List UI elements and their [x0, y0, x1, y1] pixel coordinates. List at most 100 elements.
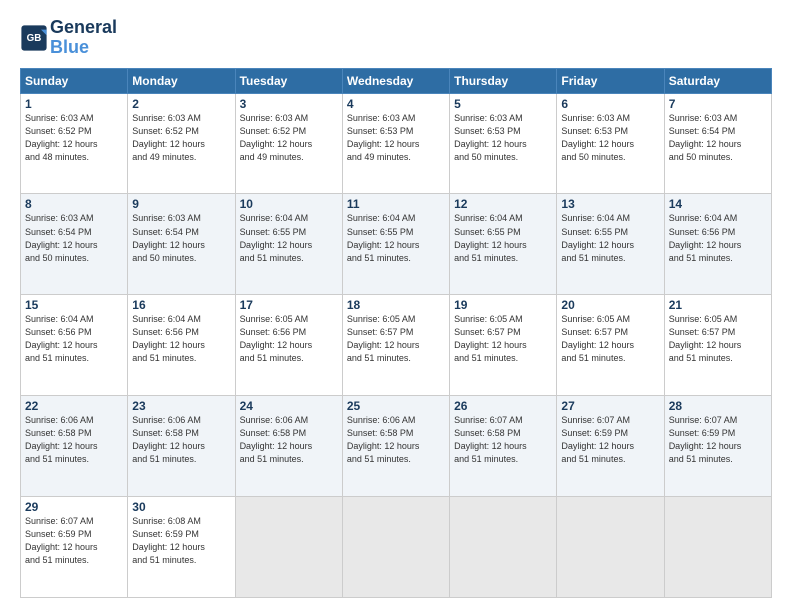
calendar-day-cell: 23 Sunrise: 6:06 AMSunset: 6:58 PMDaylig…	[128, 396, 235, 497]
day-detail: Sunrise: 6:04 AMSunset: 6:55 PMDaylight:…	[561, 213, 634, 262]
calendar-day-cell: 10 Sunrise: 6:04 AMSunset: 6:55 PMDaylig…	[235, 194, 342, 295]
calendar-week-row: 1 Sunrise: 6:03 AMSunset: 6:52 PMDayligh…	[21, 93, 772, 194]
day-detail: Sunrise: 6:07 AMSunset: 6:59 PMDaylight:…	[561, 415, 634, 464]
day-number: 20	[561, 298, 659, 312]
day-number: 25	[347, 399, 445, 413]
logo: GB GeneralBlue	[20, 18, 117, 58]
calendar-header-row: SundayMondayTuesdayWednesdayThursdayFrid…	[21, 68, 772, 93]
day-number: 11	[347, 197, 445, 211]
day-detail: Sunrise: 6:04 AMSunset: 6:56 PMDaylight:…	[669, 213, 742, 262]
day-number: 30	[132, 500, 230, 514]
day-detail: Sunrise: 6:03 AMSunset: 6:52 PMDaylight:…	[240, 113, 313, 162]
day-detail: Sunrise: 6:04 AMSunset: 6:56 PMDaylight:…	[132, 314, 205, 363]
day-detail: Sunrise: 6:04 AMSunset: 6:55 PMDaylight:…	[347, 213, 420, 262]
day-detail: Sunrise: 6:05 AMSunset: 6:57 PMDaylight:…	[561, 314, 634, 363]
page-header: GB GeneralBlue	[20, 18, 772, 58]
day-detail: Sunrise: 6:05 AMSunset: 6:57 PMDaylight:…	[347, 314, 420, 363]
day-detail: Sunrise: 6:05 AMSunset: 6:56 PMDaylight:…	[240, 314, 313, 363]
day-number: 26	[454, 399, 552, 413]
calendar-week-row: 8 Sunrise: 6:03 AMSunset: 6:54 PMDayligh…	[21, 194, 772, 295]
calendar-day-cell: 9 Sunrise: 6:03 AMSunset: 6:54 PMDayligh…	[128, 194, 235, 295]
calendar-day-cell: 6 Sunrise: 6:03 AMSunset: 6:53 PMDayligh…	[557, 93, 664, 194]
calendar-day-cell: 8 Sunrise: 6:03 AMSunset: 6:54 PMDayligh…	[21, 194, 128, 295]
day-detail: Sunrise: 6:07 AMSunset: 6:58 PMDaylight:…	[454, 415, 527, 464]
calendar-day-cell: 22 Sunrise: 6:06 AMSunset: 6:58 PMDaylig…	[21, 396, 128, 497]
calendar-day-cell: 4 Sunrise: 6:03 AMSunset: 6:53 PMDayligh…	[342, 93, 449, 194]
day-number: 12	[454, 197, 552, 211]
calendar-week-row: 15 Sunrise: 6:04 AMSunset: 6:56 PMDaylig…	[21, 295, 772, 396]
day-number: 27	[561, 399, 659, 413]
calendar-day-cell: 17 Sunrise: 6:05 AMSunset: 6:56 PMDaylig…	[235, 295, 342, 396]
calendar-day-cell: 25 Sunrise: 6:06 AMSunset: 6:58 PMDaylig…	[342, 396, 449, 497]
calendar-week-row: 29 Sunrise: 6:07 AMSunset: 6:59 PMDaylig…	[21, 497, 772, 598]
day-number: 6	[561, 97, 659, 111]
calendar-day-cell: 20 Sunrise: 6:05 AMSunset: 6:57 PMDaylig…	[557, 295, 664, 396]
calendar-week-row: 22 Sunrise: 6:06 AMSunset: 6:58 PMDaylig…	[21, 396, 772, 497]
day-detail: Sunrise: 6:06 AMSunset: 6:58 PMDaylight:…	[347, 415, 420, 464]
day-detail: Sunrise: 6:04 AMSunset: 6:55 PMDaylight:…	[240, 213, 313, 262]
calendar-day-cell: 12 Sunrise: 6:04 AMSunset: 6:55 PMDaylig…	[450, 194, 557, 295]
day-number: 17	[240, 298, 338, 312]
day-detail: Sunrise: 6:03 AMSunset: 6:54 PMDaylight:…	[132, 213, 205, 262]
day-detail: Sunrise: 6:05 AMSunset: 6:57 PMDaylight:…	[454, 314, 527, 363]
day-detail: Sunrise: 6:06 AMSunset: 6:58 PMDaylight:…	[240, 415, 313, 464]
calendar-empty-cell	[557, 497, 664, 598]
calendar-day-cell: 11 Sunrise: 6:04 AMSunset: 6:55 PMDaylig…	[342, 194, 449, 295]
day-number: 8	[25, 197, 123, 211]
day-detail: Sunrise: 6:03 AMSunset: 6:53 PMDaylight:…	[454, 113, 527, 162]
day-number: 16	[132, 298, 230, 312]
day-number: 13	[561, 197, 659, 211]
calendar-empty-cell	[664, 497, 771, 598]
day-number: 28	[669, 399, 767, 413]
weekday-header: Friday	[557, 68, 664, 93]
day-detail: Sunrise: 6:03 AMSunset: 6:53 PMDaylight:…	[561, 113, 634, 162]
day-number: 2	[132, 97, 230, 111]
day-detail: Sunrise: 6:03 AMSunset: 6:54 PMDaylight:…	[25, 213, 98, 262]
day-number: 22	[25, 399, 123, 413]
day-number: 4	[347, 97, 445, 111]
calendar-table: SundayMondayTuesdayWednesdayThursdayFrid…	[20, 68, 772, 598]
calendar-day-cell: 29 Sunrise: 6:07 AMSunset: 6:59 PMDaylig…	[21, 497, 128, 598]
calendar-day-cell: 21 Sunrise: 6:05 AMSunset: 6:57 PMDaylig…	[664, 295, 771, 396]
calendar-day-cell: 7 Sunrise: 6:03 AMSunset: 6:54 PMDayligh…	[664, 93, 771, 194]
calendar-day-cell: 3 Sunrise: 6:03 AMSunset: 6:52 PMDayligh…	[235, 93, 342, 194]
day-number: 18	[347, 298, 445, 312]
calendar-day-cell: 28 Sunrise: 6:07 AMSunset: 6:59 PMDaylig…	[664, 396, 771, 497]
calendar-day-cell: 15 Sunrise: 6:04 AMSunset: 6:56 PMDaylig…	[21, 295, 128, 396]
day-detail: Sunrise: 6:07 AMSunset: 6:59 PMDaylight:…	[25, 516, 98, 565]
calendar-day-cell: 2 Sunrise: 6:03 AMSunset: 6:52 PMDayligh…	[128, 93, 235, 194]
calendar-day-cell: 1 Sunrise: 6:03 AMSunset: 6:52 PMDayligh…	[21, 93, 128, 194]
svg-text:GB: GB	[27, 33, 42, 44]
weekday-header: Monday	[128, 68, 235, 93]
day-number: 24	[240, 399, 338, 413]
calendar-day-cell: 26 Sunrise: 6:07 AMSunset: 6:58 PMDaylig…	[450, 396, 557, 497]
day-detail: Sunrise: 6:03 AMSunset: 6:54 PMDaylight:…	[669, 113, 742, 162]
weekday-header: Thursday	[450, 68, 557, 93]
weekday-header: Sunday	[21, 68, 128, 93]
day-number: 21	[669, 298, 767, 312]
day-number: 1	[25, 97, 123, 111]
calendar-day-cell: 13 Sunrise: 6:04 AMSunset: 6:55 PMDaylig…	[557, 194, 664, 295]
day-number: 10	[240, 197, 338, 211]
day-detail: Sunrise: 6:05 AMSunset: 6:57 PMDaylight:…	[669, 314, 742, 363]
calendar-day-cell: 24 Sunrise: 6:06 AMSunset: 6:58 PMDaylig…	[235, 396, 342, 497]
day-number: 14	[669, 197, 767, 211]
weekday-header: Wednesday	[342, 68, 449, 93]
day-detail: Sunrise: 6:03 AMSunset: 6:52 PMDaylight:…	[25, 113, 98, 162]
calendar-empty-cell	[342, 497, 449, 598]
day-number: 9	[132, 197, 230, 211]
calendar-day-cell: 16 Sunrise: 6:04 AMSunset: 6:56 PMDaylig…	[128, 295, 235, 396]
calendar-day-cell: 30 Sunrise: 6:08 AMSunset: 6:59 PMDaylig…	[128, 497, 235, 598]
day-number: 5	[454, 97, 552, 111]
day-number: 29	[25, 500, 123, 514]
day-number: 19	[454, 298, 552, 312]
day-number: 15	[25, 298, 123, 312]
logo-icon: GB	[20, 24, 48, 52]
day-detail: Sunrise: 6:06 AMSunset: 6:58 PMDaylight:…	[132, 415, 205, 464]
day-detail: Sunrise: 6:03 AMSunset: 6:53 PMDaylight:…	[347, 113, 420, 162]
day-detail: Sunrise: 6:06 AMSunset: 6:58 PMDaylight:…	[25, 415, 98, 464]
calendar-day-cell: 5 Sunrise: 6:03 AMSunset: 6:53 PMDayligh…	[450, 93, 557, 194]
day-detail: Sunrise: 6:07 AMSunset: 6:59 PMDaylight:…	[669, 415, 742, 464]
calendar-empty-cell	[235, 497, 342, 598]
day-detail: Sunrise: 6:04 AMSunset: 6:56 PMDaylight:…	[25, 314, 98, 363]
